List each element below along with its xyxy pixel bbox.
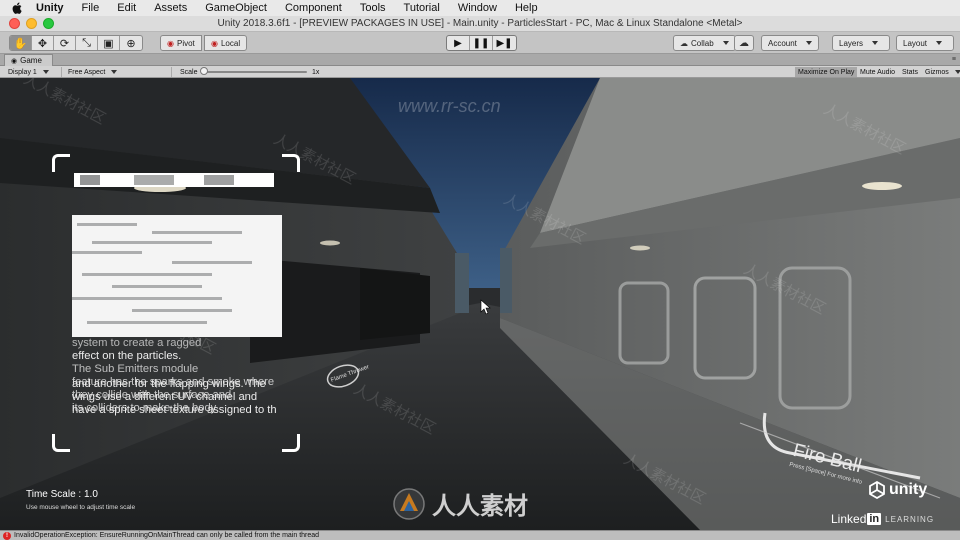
layers-label: Layers bbox=[839, 38, 864, 48]
apple-icon[interactable] bbox=[10, 1, 24, 15]
layout-dropdown[interactable]: Layout bbox=[896, 35, 954, 51]
aspect-select[interactable]: Free Aspect bbox=[68, 67, 172, 77]
game-view-toolbar: Display 1 Free Aspect Scale 1x Maximize … bbox=[0, 66, 960, 78]
rotate-tool-icon[interactable]: ⟳ bbox=[54, 36, 76, 50]
linkedin-prefix: Linked bbox=[831, 512, 867, 526]
panel-text-garbled bbox=[72, 215, 282, 337]
scale-label: Scale bbox=[180, 68, 198, 76]
unity-toolbar: ✋ ✥ ⟳ ⤡ ▣ ⊕ ◉ Pivot ◉ Local ▶ ❚❚ ▶❚ ☁ Co… bbox=[0, 32, 960, 54]
cloud-button[interactable]: ☁ bbox=[734, 35, 754, 51]
pivot-label: Pivot bbox=[176, 38, 195, 48]
panel-line: and another for the flapping wings. The bbox=[72, 378, 266, 390]
rect-tool-icon[interactable]: ▣ bbox=[98, 36, 120, 50]
menu-unity[interactable]: Unity bbox=[36, 2, 64, 14]
pivot-icon: ◉ bbox=[167, 38, 174, 48]
transform-tool-icon[interactable]: ⊕ bbox=[120, 36, 142, 50]
panel-corner-top-left bbox=[52, 154, 70, 172]
watermark-logo-text: 人人素材 bbox=[432, 493, 528, 520]
local-icon: ◉ bbox=[211, 38, 218, 48]
panel-line: have a sprite sheet texture assigned to … bbox=[72, 404, 277, 416]
display-label: Display 1 bbox=[8, 68, 37, 76]
window-titlebar: Unity 2018.3.6f1 - [PREVIEW PACKAGES IN … bbox=[0, 16, 960, 32]
play-icon[interactable]: ▶ bbox=[447, 36, 470, 50]
gizmos-dropdown[interactable]: Gizmos bbox=[922, 67, 960, 77]
layers-dropdown[interactable]: Layers bbox=[832, 35, 890, 51]
menu-help[interactable]: Help bbox=[515, 2, 538, 14]
mute-audio-toggle[interactable]: Mute Audio bbox=[857, 67, 898, 77]
gizmos-label: Gizmos bbox=[925, 68, 949, 76]
account-label: Account bbox=[768, 38, 797, 48]
tab-bar: ◉ Game ≡ bbox=[0, 54, 960, 66]
step-icon[interactable]: ▶❚ bbox=[493, 36, 516, 50]
menu-gameobject[interactable]: GameObject bbox=[205, 2, 267, 14]
local-toggle[interactable]: ◉ Local bbox=[204, 35, 248, 51]
panel-title-garbled bbox=[74, 173, 274, 187]
panel-corner-top-right bbox=[282, 154, 300, 172]
game-viewport[interactable]: 人人素材社区 人人素材社区 人人素材社区 人人素材社区 人人素材社区 人人素材社… bbox=[0, 78, 960, 530]
hand-tool-icon[interactable]: ✋ bbox=[10, 36, 32, 50]
scale-tool-icon[interactable]: ⤡ bbox=[76, 36, 98, 50]
error-icon: ! bbox=[3, 531, 11, 540]
pause-icon[interactable]: ❚❚ bbox=[470, 36, 493, 50]
game-tab-label: Game bbox=[20, 56, 42, 65]
linkedin-learning-logo: Linked in LEARNING bbox=[831, 512, 934, 526]
transform-tools: ✋ ✥ ⟳ ⤡ ▣ ⊕ bbox=[9, 35, 143, 51]
tab-game[interactable]: ◉ Game bbox=[4, 54, 53, 66]
status-message: InvalidOperationException: EnsureRunning… bbox=[14, 532, 320, 539]
linkedin-in-badge: in bbox=[867, 513, 882, 525]
menu-window[interactable]: Window bbox=[458, 2, 497, 14]
menu-component[interactable]: Component bbox=[285, 2, 342, 14]
display-select[interactable]: Display 1 bbox=[8, 67, 62, 77]
local-label: Local bbox=[220, 38, 241, 48]
panel-corner-bottom-left bbox=[52, 434, 70, 452]
scale-slider-handle[interactable] bbox=[200, 67, 208, 75]
menu-tools[interactable]: Tools bbox=[360, 2, 386, 14]
panel-corner-bottom-right bbox=[282, 434, 300, 452]
aspect-label: Free Aspect bbox=[68, 68, 106, 76]
pivot-toggle[interactable]: ◉ Pivot bbox=[160, 35, 202, 51]
panel-line: wings use a different UV channel and bbox=[72, 391, 258, 403]
account-dropdown[interactable]: Account bbox=[761, 35, 819, 51]
cloud-icon: ☁ bbox=[739, 37, 749, 49]
scale-slider-track[interactable] bbox=[203, 71, 307, 73]
stats-toggle[interactable]: Stats bbox=[899, 67, 921, 77]
console-status-bar[interactable]: ! InvalidOperationException: EnsureRunni… bbox=[0, 530, 960, 540]
menu-edit[interactable]: Edit bbox=[117, 2, 136, 14]
panel-line: system to create a ragged bbox=[72, 337, 202, 349]
watermark-logo-icon bbox=[393, 487, 425, 520]
panel-line: The Sub Emitters module bbox=[72, 363, 199, 375]
unity-logo-text: unity bbox=[889, 481, 928, 498]
unity-logo: unity bbox=[868, 481, 927, 499]
game-tab-icon: ◉ bbox=[11, 57, 18, 65]
watermark-url: www.rr-sc.cn bbox=[398, 96, 501, 116]
maximize-on-play-toggle[interactable]: Maximize On Play bbox=[795, 67, 858, 77]
play-controls: ▶ ❚❚ ▶❚ bbox=[446, 35, 517, 51]
menu-tutorial[interactable]: Tutorial bbox=[404, 2, 440, 14]
scale-value: 1x bbox=[312, 68, 320, 76]
time-scale-readout: Time Scale : 1.0 bbox=[26, 489, 98, 500]
watermark-logo: 人人素材 bbox=[392, 486, 528, 521]
linkedin-learning-text: LEARNING bbox=[885, 514, 935, 524]
menu-file[interactable]: File bbox=[82, 2, 100, 14]
window-title: Unity 2018.3.6f1 - [PREVIEW PACKAGES IN … bbox=[217, 18, 743, 29]
mac-menubar: Unity File Edit Assets GameObject Compon… bbox=[0, 0, 960, 16]
collab-dropdown[interactable]: ☁ Collab bbox=[673, 35, 736, 51]
menu-assets[interactable]: Assets bbox=[154, 2, 187, 14]
move-tool-icon[interactable]: ✥ bbox=[32, 36, 54, 50]
layout-label: Layout bbox=[903, 38, 928, 48]
time-scale-hint: Use mouse wheel to adjust time scale bbox=[26, 504, 136, 511]
tab-menu-icon[interactable]: ≡ bbox=[952, 56, 956, 63]
collab-icon: ☁ bbox=[680, 38, 688, 48]
panel-line: effect on the particles. bbox=[72, 350, 182, 362]
collab-label: Collab bbox=[691, 38, 714, 48]
unity-logo-icon bbox=[869, 481, 885, 499]
